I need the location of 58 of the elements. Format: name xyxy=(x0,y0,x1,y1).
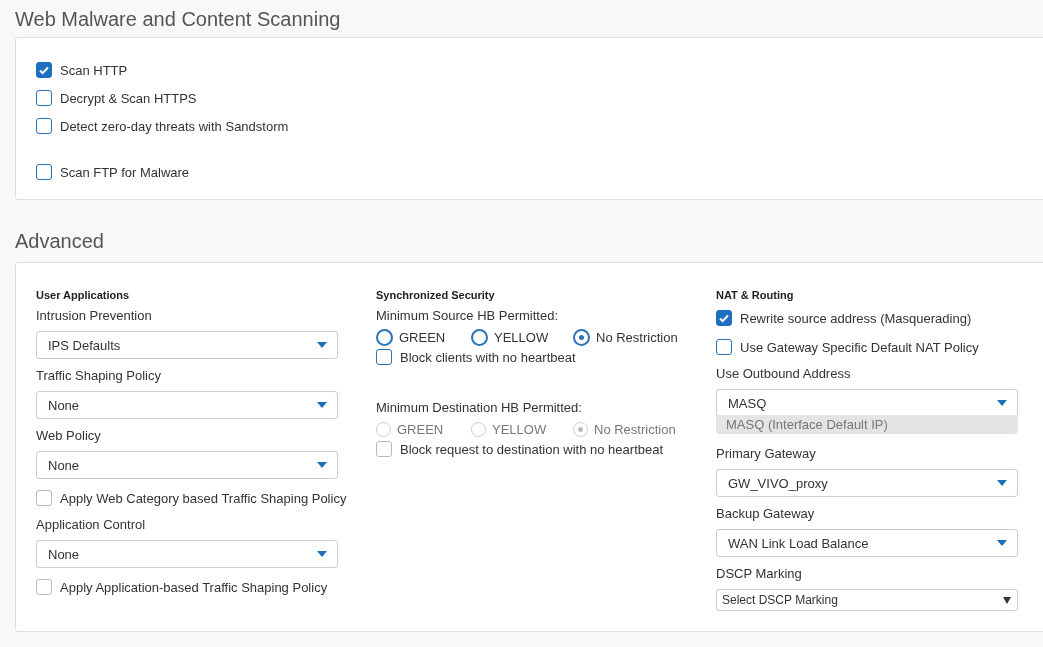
dropdown[interactable]: IPS Defaults xyxy=(36,331,338,359)
dropdown[interactable]: None xyxy=(36,391,338,419)
dropdown[interactable]: WAN Link Load Balance xyxy=(716,529,1018,557)
caret-icon xyxy=(997,400,1007,406)
radio-label: No Restriction xyxy=(596,329,678,345)
column-heading: User Applications xyxy=(36,289,131,301)
field-label: Use Outbound Address xyxy=(716,366,852,383)
field-hint: MASQ (Interface Default IP) xyxy=(716,415,1018,434)
dropdown[interactable]: GW_VIVO_proxy xyxy=(716,469,1018,497)
checkbox[interactable] xyxy=(716,339,732,355)
checkbox-label: Block request to destination with no heartbeat xyxy=(400,441,664,457)
checkbox-label: Detect zero-day threats with Sandstorm xyxy=(60,118,289,134)
field-label: Web Policy xyxy=(36,428,102,445)
field-label: Intrusion Prevention xyxy=(36,308,153,325)
field-label: Backup Gateway xyxy=(716,506,816,523)
section-title: Web Malware and Content Scanning xyxy=(14,7,342,32)
caret-icon xyxy=(317,342,327,348)
checkbox[interactable] xyxy=(36,164,52,180)
radio-button[interactable] xyxy=(376,328,393,346)
checkbox[interactable] xyxy=(376,349,392,365)
radio-button[interactable] xyxy=(573,328,590,346)
caret-icon xyxy=(997,480,1007,486)
caret-icon xyxy=(317,551,327,557)
radio-button[interactable] xyxy=(471,328,488,346)
field-label: Minimum Source HB Permitted: xyxy=(376,308,560,325)
field-label: DSCP Marking xyxy=(716,566,803,583)
dropdown[interactable]: Select DSCP Marking xyxy=(716,589,1018,611)
checkbox[interactable] xyxy=(716,310,732,326)
radio-label: YELLOW xyxy=(494,329,549,345)
dropdown[interactable]: MASQ xyxy=(716,389,1018,417)
field-label: Traffic Shaping Policy xyxy=(36,368,162,385)
checkbox-label: Apply Web Category based Traffic Shaping Policy xyxy=(60,490,347,506)
caret-icon xyxy=(1003,596,1011,604)
field-label: Minimum Destination HB Permitted: xyxy=(376,400,583,417)
checkbox-label: Decrypt & Scan HTTPS xyxy=(60,90,197,106)
checkbox[interactable] xyxy=(36,62,52,78)
checkbox-label: Scan FTP for Malware xyxy=(60,164,190,180)
radio-label: GREEN xyxy=(397,421,444,437)
caret-icon xyxy=(997,540,1007,546)
column-heading: Synchronized Security xyxy=(376,289,496,301)
radio-label: No Restriction xyxy=(594,421,676,437)
caret-icon xyxy=(317,462,327,468)
field-label: Primary Gateway xyxy=(716,446,817,463)
radio-label: GREEN xyxy=(399,329,446,345)
checkbox-label: Rewrite source address (Masquerading) xyxy=(740,310,972,326)
checkbox-label: Use Gateway Specific Default NAT Policy xyxy=(740,339,979,355)
checkbox[interactable] xyxy=(36,118,52,134)
field-label: Application Control xyxy=(36,517,147,534)
dropdown[interactable]: None xyxy=(36,540,338,568)
radio-label: YELLOW xyxy=(492,421,547,437)
checkbox[interactable] xyxy=(36,90,52,106)
dropdown[interactable]: None xyxy=(36,451,338,479)
section-title: Advanced xyxy=(14,230,105,254)
column-heading: NAT & Routing xyxy=(716,289,795,301)
checkbox-label: Scan HTTP xyxy=(60,62,128,78)
caret-icon xyxy=(317,402,327,408)
checkbox-label: Apply Application-based Traffic Shaping Policy xyxy=(60,579,328,595)
checkbox-label: Block clients with no heartbeat xyxy=(400,349,576,365)
